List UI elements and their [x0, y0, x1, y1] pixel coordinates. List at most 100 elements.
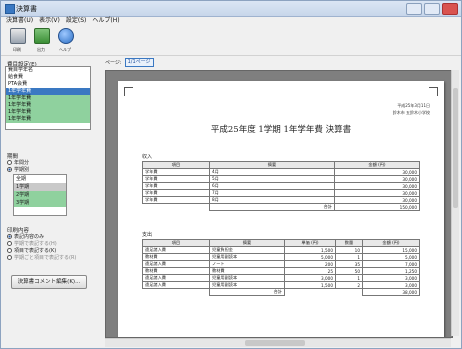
table-row: 遠足諸入費 児童負担金 1,500 10 15,000: [142, 246, 420, 254]
table-row: 学年費 4月 30,000: [142, 168, 420, 176]
table-cell: 30,000: [334, 168, 420, 176]
menu-file[interactable]: 決算書(U): [6, 16, 33, 26]
print-label: 印刷: [13, 47, 21, 52]
title-bar: 決算書: [1, 1, 461, 17]
print-option-radio[interactable]: 表記内容のみ: [7, 233, 44, 240]
print-preview[interactable]: 平成25年3月11日 鈴木市 五鈴木小学校 平成25年度 1学期 1年学年費 決…: [105, 70, 453, 338]
table-row: 学年費 7月 30,000: [142, 189, 420, 197]
item-listbox[interactable]: 費目学年名 給食費 PTA会費 1年学年費 1年学年費 1年学年費 1年学年費 …: [5, 66, 91, 130]
radio-label: 学期別: [14, 167, 30, 173]
export-button[interactable]: 出力: [31, 26, 51, 54]
table-cell: 3,000: [362, 281, 420, 289]
document-school: 鈴木市 五鈴木小学校: [392, 110, 430, 115]
radio-icon: [7, 255, 12, 260]
table-cell: 200: [284, 260, 336, 268]
page-label: ページ:: [105, 60, 122, 66]
term-listbox[interactable]: 全期 1学期 2学期 3学期: [13, 174, 67, 216]
app-window: 決算書 決算書(U) 表示(V) 設定(S) ヘルプ(H) 印刷 出力 ヘルプ …: [0, 0, 462, 349]
table-cell: 10: [335, 246, 363, 254]
scroll-thumb[interactable]: [453, 88, 458, 208]
table-cell: 30,000: [334, 175, 420, 183]
list-item[interactable]: 1年学年費: [6, 102, 90, 109]
menu-view[interactable]: 表示(V): [39, 16, 60, 26]
radio-icon: [7, 241, 12, 246]
table-row: 遠足諸入費 児童用副読本 1,500 2 3,000: [142, 281, 420, 289]
table-cell: 35: [335, 260, 363, 268]
radio-label: 項目で表記する(K): [14, 248, 57, 254]
print-option-radio[interactable]: 学期ごと項目で表記する(R): [7, 254, 76, 261]
period-yearly-radio[interactable]: 年間分: [7, 159, 29, 166]
edit-comment-button[interactable]: 決算書コメント編集(K)...: [11, 275, 87, 289]
print-option-radio[interactable]: 項目で表記する(K): [7, 247, 56, 254]
list-item[interactable]: 2学期: [14, 191, 66, 199]
table-cell: 15,000: [362, 246, 420, 254]
table-cell: 4月: [209, 168, 335, 176]
list-item[interactable]: 1学期: [14, 183, 66, 191]
list-item[interactable]: 費目学年名: [6, 67, 90, 74]
list-item[interactable]: 給食費: [6, 74, 90, 81]
window-title: 決算書: [16, 5, 37, 13]
document-date: 平成25年3月11日: [397, 103, 430, 108]
list-item[interactable]: 1年学年費: [6, 95, 90, 102]
expense-heading: 支出: [142, 232, 153, 238]
page-selector[interactable]: 1/1ページ: [124, 58, 154, 67]
minimize-button[interactable]: [406, 3, 422, 15]
table-cell: 5,000: [362, 253, 420, 261]
radio-label: 学期で表記する(H): [14, 241, 57, 247]
column-header: 金額 (円): [334, 161, 420, 169]
column-header: 摘要: [209, 161, 335, 169]
table-cell: 7月: [209, 189, 335, 197]
table-cell: 3,000: [362, 274, 420, 282]
print-option-radio[interactable]: 学期で表記する(H): [7, 240, 57, 247]
table-cell: 25: [284, 267, 336, 275]
column-header: 数量: [335, 239, 363, 247]
list-item[interactable]: PTA会費: [6, 81, 90, 88]
table-cell: 1: [335, 253, 363, 261]
list-item[interactable]: 3学期: [14, 199, 66, 207]
radio-selected-icon: [7, 234, 12, 239]
table-cell: 遠足諸入費: [142, 281, 210, 289]
table-cell: 遠足諸入費: [142, 274, 210, 282]
menu-bar: 決算書(U) 表示(V) 設定(S) ヘルプ(H): [1, 16, 461, 26]
scroll-thumb[interactable]: [245, 340, 305, 346]
table-cell: ノート: [209, 260, 285, 268]
table-cell: 児童用副読本: [209, 274, 285, 282]
table-row: 教材費 児童用副読本 5,000 1 5,000: [142, 253, 420, 261]
close-button[interactable]: [442, 3, 458, 15]
preview-pane: ページ: 1/1ページ 平成25年3月11日 鈴木市 五鈴木小学校 平成25年度…: [101, 58, 459, 348]
help-button[interactable]: ヘルプ: [55, 26, 75, 54]
radio-icon: [7, 248, 12, 253]
list-item[interactable]: 1年学年費: [6, 109, 90, 116]
horizontal-scrollbar[interactable]: [105, 338, 451, 347]
table-cell: 1,250: [362, 267, 420, 275]
list-item[interactable]: 1年学年費: [6, 116, 90, 123]
table-row: 遠足諸入費 ノート 200 35 7,000: [142, 260, 420, 268]
menu-help[interactable]: ヘルプ(H): [92, 16, 119, 26]
print-button[interactable]: 印刷: [7, 26, 27, 54]
table-cell: 7,000: [362, 260, 420, 268]
radio-label: 学期ごと項目で表記する(R): [14, 255, 77, 261]
table-cell: 50: [335, 267, 363, 275]
menu-settings[interactable]: 設定(S): [66, 16, 87, 26]
table-cell: 学年費: [142, 175, 210, 183]
maximize-button[interactable]: [424, 3, 440, 15]
column-header: 単価 (円): [284, 239, 336, 247]
table-cell: 学年費: [142, 189, 210, 197]
help-label: ヘルプ: [59, 47, 71, 52]
crop-mark: [124, 87, 133, 96]
table-cell: 1,500: [284, 246, 336, 254]
table-cell: 1,500: [284, 281, 336, 289]
table-row: 教材費 教材費 25 50 1,250: [142, 267, 420, 275]
list-item-selected[interactable]: 1年学年費: [6, 88, 90, 95]
period-term-radio[interactable]: 学期別: [7, 166, 29, 173]
table-cell: 30,000: [334, 189, 420, 197]
radio-label: 年間分: [14, 160, 30, 166]
total-label: 合計: [209, 288, 285, 296]
table-row: 学年費 6月 30,000: [142, 182, 420, 190]
table-cell: 1: [335, 274, 363, 282]
list-item[interactable]: 全期: [14, 175, 66, 183]
vertical-scrollbar[interactable]: [451, 70, 459, 336]
table-row: 学年費 8月 30,000: [142, 196, 420, 204]
table-cell: 遠足諸入費: [142, 246, 210, 254]
total-value: 150,000: [334, 203, 420, 211]
